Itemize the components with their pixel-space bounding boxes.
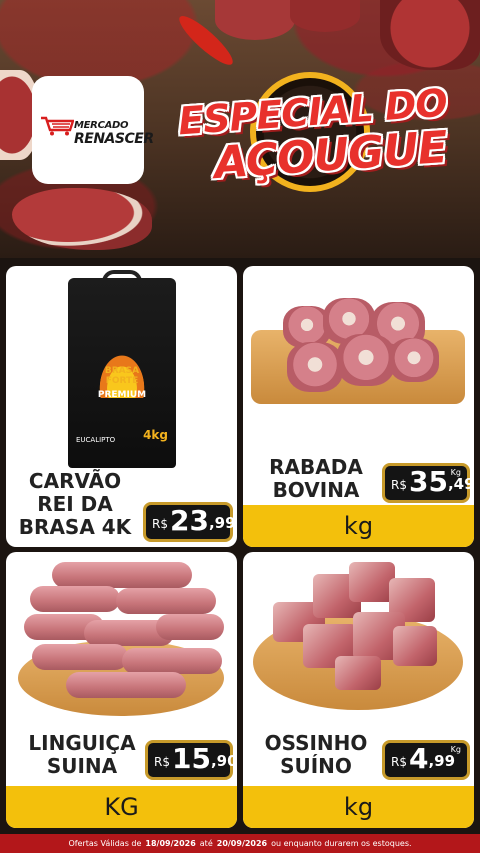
store-logo: MERCADO RENASCER (32, 76, 154, 184)
bag-brand: BRASA FORTE (104, 366, 140, 386)
meat-piece (389, 338, 439, 382)
price-tag: Kg R$ 4 ,99 (382, 740, 470, 780)
unit-label: kg (243, 505, 474, 547)
product-card[interactable]: OSSINHO SUÍNO Kg R$ 4 ,99 kg (243, 552, 474, 828)
sausage-piece (122, 648, 222, 674)
meat-cube (393, 626, 437, 666)
meat-cube (335, 656, 381, 690)
steak-decoration (12, 188, 152, 250)
logo-text-renascer: RENASCER (74, 131, 154, 147)
footer-suffix: ou enquanto durarem os estoques. (271, 839, 412, 848)
sausage-piece (116, 588, 216, 614)
product-card[interactable]: LINGUIÇA SUINA R$ 15 ,90 KG (6, 552, 237, 828)
sausage-piece (52, 562, 192, 588)
unit-label: KG (6, 786, 237, 828)
meat-piece (287, 342, 343, 392)
product-card[interactable]: BRASA FORTE PREMIUM EUCALIPTO 4kg CARVÃO … (6, 266, 237, 547)
unit-label: kg (243, 786, 474, 828)
price-tag: R$ 15 ,90 (145, 740, 237, 780)
footer-end-date: 20/09/2026 (216, 839, 268, 848)
bag-premium: PREMIUM (97, 390, 147, 400)
sausage-piece (156, 614, 224, 640)
offer-validity-footer: Ofertas Válidas de 18/09/2026 até 20/09/… (0, 834, 480, 853)
footer-start-date: 18/09/2026 (145, 839, 196, 848)
meat-decoration (380, 0, 480, 70)
meat-piece (337, 334, 395, 386)
product-name: RABADA BOVINA (269, 455, 363, 502)
header-banner: MERCADO RENASCER ESPECIAL DO AÇOUGUE (0, 0, 480, 258)
sausage-piece (66, 672, 186, 698)
price-tag: R$ 23 ,99 (143, 502, 236, 542)
charcoal-bag-image: BRASA FORTE PREMIUM EUCALIPTO 4kg (68, 278, 176, 468)
price-tag: Kg R$ 35 ,49 (382, 463, 474, 503)
product-name: OSSINHO SUÍNO (264, 731, 368, 778)
product-name: LINGUIÇA SUINA (28, 731, 136, 778)
product-card[interactable]: RABADA BOVINA Kg R$ 35 ,49 kg (243, 266, 474, 547)
meat-decoration (290, 0, 360, 32)
sausage-piece (32, 644, 128, 670)
cart-icon (41, 116, 74, 136)
footer-mid: até (199, 839, 213, 848)
product-grid: BRASA FORTE PREMIUM EUCALIPTO 4kg CARVÃO … (0, 258, 480, 834)
product-name: CARVÃO REI DA BRASA 4K (18, 469, 132, 539)
footer-prefix: Ofertas Válidas de (68, 839, 142, 848)
meat-decoration (215, 0, 295, 40)
bag-wood: EUCALIPTO (76, 436, 116, 444)
logo-text-mercado: MERCADO (74, 120, 129, 131)
sausage-piece (30, 586, 120, 612)
bag-weight: 4kg (143, 428, 168, 442)
